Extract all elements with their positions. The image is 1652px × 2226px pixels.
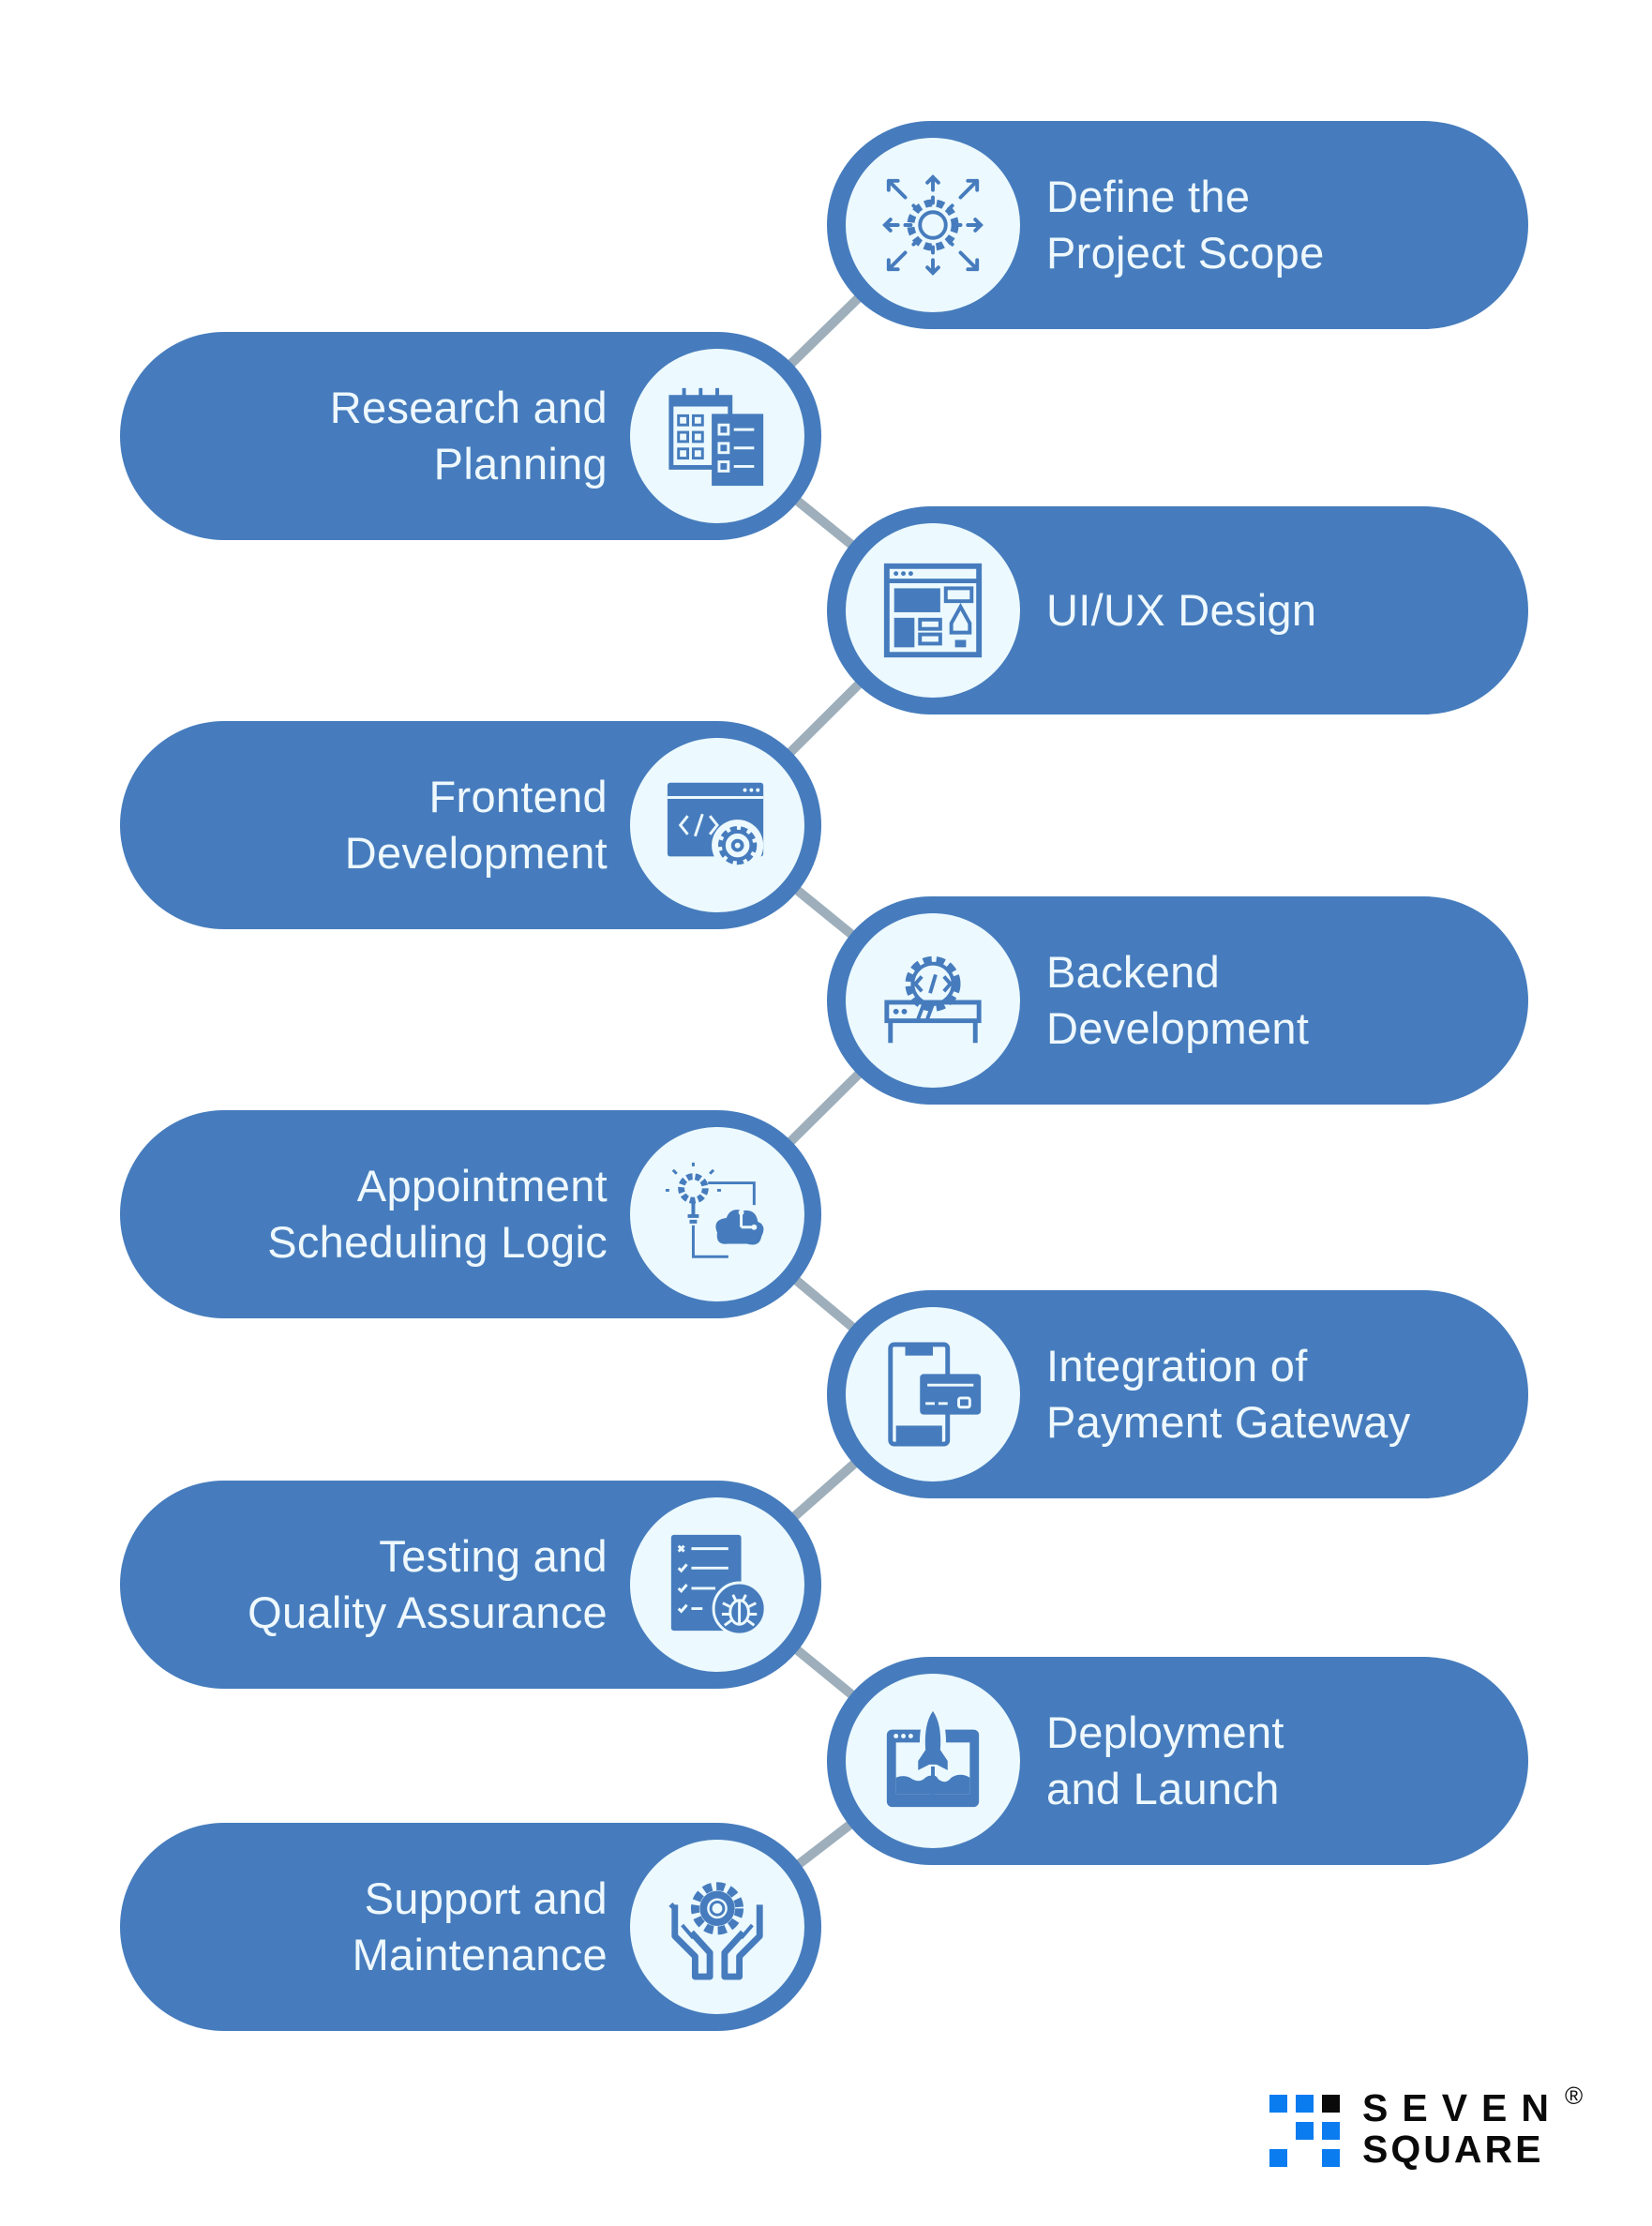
hands-gear-icon [630, 1840, 804, 2014]
lightbulb-cloud-icon [630, 1127, 804, 1301]
code-window-gear-icon [630, 738, 804, 912]
step-label: Deployment and Launch [1046, 1707, 1284, 1813]
step-define-project-scope: Define the Project Scope [827, 121, 1528, 329]
logo-square [1322, 2122, 1340, 2140]
wireframe-pen-icon [846, 523, 1020, 698]
logo-square [1269, 2149, 1287, 2167]
step-label: Backend Development [1046, 947, 1310, 1053]
logo-square [1269, 2095, 1287, 2113]
step-payment-gateway-integration: Integration of Payment Gateway [827, 1290, 1528, 1498]
step-frontend-development: Frontend Development [120, 721, 821, 929]
step-label: UI/UX Design [1046, 585, 1317, 635]
checklist-bug-icon [630, 1497, 804, 1672]
registered-mark: ® [1565, 2082, 1584, 2110]
phone-card-icon [846, 1307, 1020, 1481]
step-research-planning: Research and Planning [120, 332, 821, 540]
step-deployment-launch: Deployment and Launch [827, 1657, 1528, 1865]
step-label: Define the Project Scope [1046, 172, 1325, 278]
server-code-gear-icon [846, 913, 1020, 1088]
step-ui-ux-design: UI/UX Design [827, 506, 1528, 714]
step-support-maintenance: Support and Maintenance [120, 1823, 821, 2031]
logo-square [1322, 2095, 1340, 2113]
step-testing-quality-assurance: Testing and Quality Assurance [120, 1481, 821, 1689]
logo-square [1322, 2149, 1340, 2167]
step-label: Research and Planning [329, 383, 608, 489]
seven-square-logo-text: SEVEN SQUARE ® [1362, 2082, 1583, 2171]
logo-word-square: SQUARE [1362, 2128, 1544, 2171]
step-label: Appointment Scheduling Logic [267, 1161, 608, 1267]
gear-arrows-icon [846, 138, 1020, 312]
logo-square [1296, 2122, 1314, 2140]
rocket-window-icon [846, 1674, 1020, 1848]
calendar-checklist-icon [630, 349, 804, 523]
step-label: Testing and Quality Assurance [248, 1531, 608, 1637]
logo-square [1296, 2095, 1314, 2113]
step-label: Frontend Development [344, 772, 608, 878]
step-backend-development: Backend Development [827, 896, 1528, 1105]
logo-word-seven: SEVEN [1362, 2086, 1563, 2129]
step-label: Integration of Payment Gateway [1046, 1341, 1411, 1447]
step-appointment-scheduling-logic: Appointment Scheduling Logic [120, 1110, 821, 1318]
step-label: Support and Maintenance [352, 1873, 608, 1979]
